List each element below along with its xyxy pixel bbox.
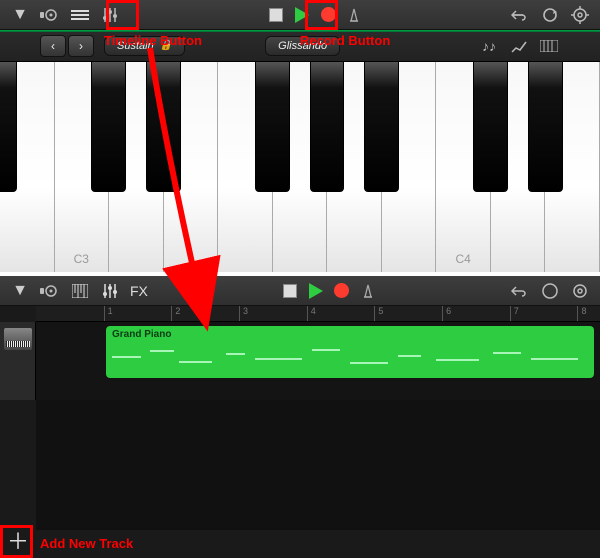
stop-button[interactable] [264,4,288,26]
sustain-toggle[interactable]: Sustain 🔒 [104,36,185,56]
octave-up-button[interactable]: › [68,35,94,57]
black-key[interactable] [473,62,508,192]
black-key[interactable] [364,62,399,192]
ruler-tick: 3 [239,306,248,321]
track-area: Grand Piano [0,322,600,400]
note-mode-icon[interactable]: ♪♪ [478,35,500,57]
top-toolbar-1: ▼ [0,0,600,30]
ruler-tick: 7 [510,306,519,321]
track-header[interactable] [0,322,36,400]
add-track-button[interactable]: ＋ [4,526,32,554]
instrument-thumbnail[interactable] [4,328,32,350]
region-label: Grand Piano [112,329,588,340]
loop-icon[interactable] [538,4,562,26]
play-button[interactable] [304,280,328,302]
timeline-ruler[interactable]: 1 2 3 4 5 6 7 8 [36,306,600,322]
record-button[interactable] [330,280,354,302]
key-label-c3: C3 [74,252,89,266]
black-key[interactable] [0,62,17,192]
keyboard-layout-icon[interactable] [538,35,560,57]
black-key[interactable] [91,62,126,192]
midi-region[interactable]: Grand Piano [106,326,594,378]
timeline-view-screen: ▼ FX 1 2 [0,276,600,558]
octave-down-button[interactable]: ‹ [40,35,66,57]
transport-controls-2 [278,280,380,302]
fx-button[interactable]: FX [128,283,150,299]
disclosure-icon[interactable]: ▼ [8,4,32,26]
mixer-sliders-icon[interactable] [98,280,122,302]
ruler-tick: 1 [104,306,113,321]
key-label-c4: C4 [455,252,470,266]
mixer-sliders-icon[interactable] [98,4,122,26]
black-key[interactable] [255,62,290,192]
black-key[interactable] [528,62,563,192]
ruler-tick: 6 [442,306,451,321]
metronome-icon[interactable] [356,280,380,302]
record-button[interactable] [316,4,340,26]
empty-track-area[interactable] [36,400,600,530]
metronome-icon[interactable] [342,4,366,26]
keyboard-view-screen: ▼ ‹ › [0,0,600,272]
piano-keyboard[interactable]: C3 C4 [0,62,600,272]
lock-icon: 🔒 [160,40,172,51]
ruler-tick: 2 [171,306,180,321]
midi-notes [112,344,588,374]
glissando-toggle[interactable]: Glissando [265,36,340,56]
ruler-tick: 5 [374,306,383,321]
input-device-icon[interactable] [38,4,62,26]
black-key[interactable] [146,62,181,192]
black-key[interactable] [310,62,345,192]
sustain-label: Sustain [117,40,154,52]
play-button[interactable] [290,4,314,26]
glissando-label: Glissando [278,40,327,52]
settings-gear-icon[interactable] [568,280,592,302]
track-lane[interactable]: Grand Piano [36,322,600,400]
scale-icon[interactable] [508,35,530,57]
timeline-view-button[interactable] [68,4,92,26]
instrument-view-icon[interactable] [68,280,92,302]
ruler-tick: 4 [307,306,316,321]
info-icon[interactable] [538,280,562,302]
undo-icon[interactable] [508,4,532,26]
ruler-tick: 8 [577,306,586,321]
keyboard-options-strip: ‹ › Sustain 🔒 Glissando ♪♪ [0,30,600,62]
stop-button[interactable] [278,280,302,302]
transport-controls-1 [264,4,366,26]
top-toolbar-2: ▼ FX [0,276,600,306]
input-device-icon[interactable] [38,280,62,302]
undo-icon[interactable] [508,280,532,302]
disclosure-icon[interactable]: ▼ [8,280,32,302]
settings-gear-icon[interactable] [568,4,592,26]
